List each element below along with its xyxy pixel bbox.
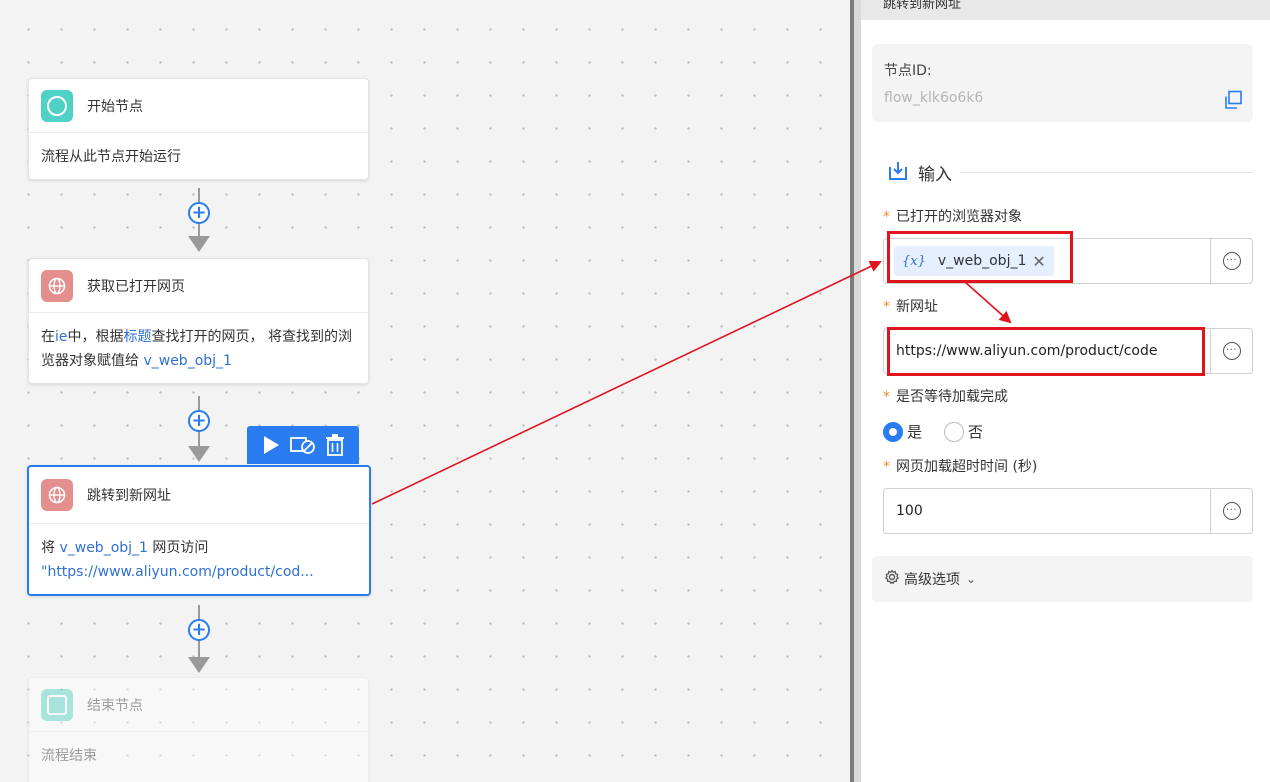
arrow-down-icon (188, 657, 210, 673)
get-opened-page-node[interactable]: 获取已打开网页 在ie中，根据标题查找打开的网页， 将查找到的浏览器对象赋值给 … (28, 258, 369, 384)
wait-load-label: * 是否等待加载完成 (883, 389, 1008, 405)
node-header: 结束节点 (29, 678, 368, 732)
node-header: 跳转到新网址 (29, 467, 369, 524)
input-section-header: 输入 (888, 160, 1253, 185)
timeout-input[interactable]: 100 (896, 503, 923, 519)
end-node[interactable]: 结束节点 流程结束 (28, 677, 369, 782)
browser-type-link: ie (55, 329, 68, 345)
timeout-label: * 网页加载超时时间 (秒) (883, 459, 1038, 475)
more-options-button[interactable]: ··· (1210, 329, 1252, 373)
node-toolbar (247, 426, 359, 464)
ellipsis-icon: ··· (1222, 502, 1241, 520)
timeout-field[interactable]: 100 ··· (883, 488, 1253, 534)
variable-chip: {x} v_web_obj_1 ✕ (894, 246, 1054, 276)
globe-icon (41, 269, 73, 302)
gear-icon (884, 569, 900, 589)
radio-no[interactable]: 否 (944, 421, 983, 442)
node-description: 在ie中，根据标题查找打开的网页， 将查找到的浏览器对象赋值给 v_web_ob… (41, 329, 352, 369)
play-icon[interactable] (257, 431, 285, 459)
variable-link: v_web_obj_1 (59, 540, 148, 556)
add-node-button[interactable]: + (188, 410, 210, 432)
add-node-button[interactable]: + (188, 619, 210, 641)
variable-chip-label: v_web_obj_1 (937, 253, 1027, 269)
copy-icon[interactable] (1223, 90, 1243, 114)
node-header: 开始节点 (29, 79, 368, 133)
node-description: 流程结束 (41, 748, 97, 764)
square-icon (41, 688, 73, 721)
url-input[interactable]: https://www.aliyun.com/product/code (896, 343, 1157, 359)
node-title: 结束节点 (87, 697, 143, 714)
ellipsis-icon: ··· (1222, 252, 1241, 270)
node-title: 跳转到新网址 (87, 488, 171, 504)
new-url-label: * 新网址 (883, 299, 938, 315)
section-title: 输入 (918, 165, 952, 185)
node-header: 获取已打开网页 (29, 259, 368, 313)
advanced-options-label: 高级选项 (904, 572, 960, 588)
start-node[interactable]: 开始节点 流程从此节点开始运行 (28, 78, 369, 180)
node-id-box: 节点ID: flow_klk6o6k6 (872, 44, 1253, 122)
node-description: 将 v_web_obj_1 网页访问 "https://www.aliyun.co… (41, 540, 314, 580)
disable-icon[interactable] (289, 431, 317, 459)
node-id-label: 节点ID: (884, 63, 932, 79)
connector: + (188, 396, 210, 466)
wait-load-radio-group: 是 否 (883, 421, 1005, 442)
chevron-down-icon: ⌄ (966, 572, 977, 586)
advanced-options-toggle[interactable]: 高级选项 ⌄ (872, 556, 1253, 602)
panel-title: 跳转到新网址 (861, 0, 1270, 20)
url-link: "https://www.aliyun.com/product/cod... (41, 564, 314, 580)
more-options-button[interactable]: ··· (1210, 489, 1252, 533)
match-key-link: 标题 (123, 329, 152, 345)
radio-checked-icon (883, 421, 903, 442)
variable-link: v_web_obj_1 (143, 353, 232, 369)
close-icon[interactable]: ✕ (1032, 252, 1045, 271)
more-options-button[interactable]: ··· (1210, 239, 1252, 283)
variable-icon: {x} (902, 253, 926, 269)
radio-unchecked-icon (944, 421, 965, 442)
properties-panel: 跳转到新网址 节点ID: flow_klk6o6k6 输入 * 已打开的浏览器对象… (861, 0, 1270, 782)
node-title: 开始节点 (87, 98, 143, 115)
goto-url-node[interactable]: 跳转到新网址 将 v_web_obj_1 网页访问 "https://www.al… (27, 465, 371, 596)
circle-icon (41, 89, 73, 122)
trash-icon[interactable] (321, 431, 349, 459)
node-id-value: flow_klk6o6k6 (884, 90, 984, 106)
connector: + (188, 605, 210, 677)
panel-resize-handle[interactable] (850, 0, 861, 782)
radio-yes[interactable]: 是 (883, 421, 922, 442)
globe-icon (41, 479, 73, 511)
connector: + (188, 188, 210, 258)
browser-object-label: * 已打开的浏览器对象 (883, 209, 1022, 225)
new-url-field[interactable]: https://www.aliyun.com/product/code ··· (883, 328, 1253, 374)
arrow-down-icon (188, 236, 210, 252)
node-description: 流程从此节点开始运行 (41, 149, 181, 165)
node-title: 获取已打开网页 (87, 278, 185, 295)
input-icon (888, 161, 908, 185)
add-node-button[interactable]: + (188, 202, 210, 224)
arrow-down-icon (188, 446, 210, 462)
browser-object-field[interactable]: {x} v_web_obj_1 ✕ ··· (883, 238, 1253, 284)
ellipsis-icon: ··· (1222, 342, 1241, 360)
flow-canvas[interactable]: 开始节点 流程从此节点开始运行 + 获取已打开网页 在ie中，根据标题查找打开的… (0, 0, 850, 782)
